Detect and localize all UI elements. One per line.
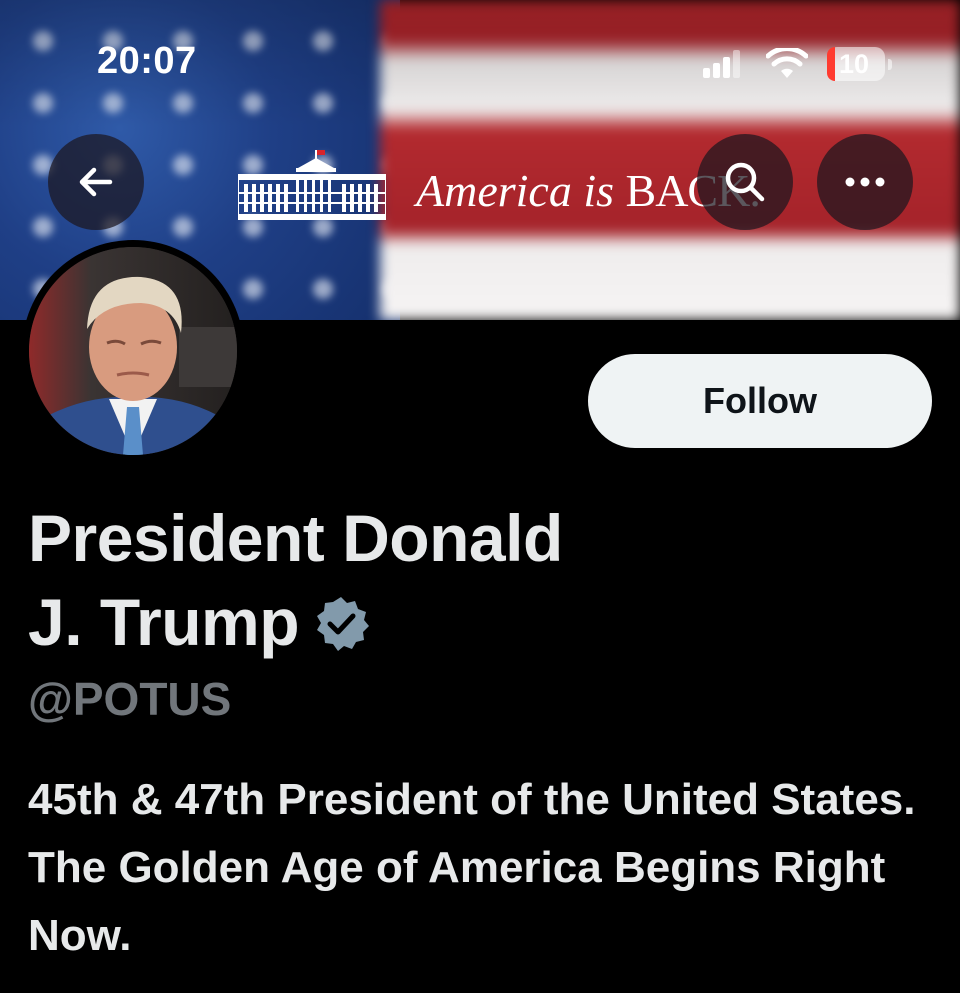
profile-name: President Donald J. Trump	[28, 496, 728, 664]
back-button[interactable]	[48, 134, 144, 230]
profile-bio: 45th & 47th President of the United Stat…	[28, 775, 916, 960]
battery-level: 10	[839, 49, 870, 79]
search-icon	[725, 162, 765, 202]
avatar[interactable]	[22, 240, 244, 462]
status-time: 20:07	[97, 40, 197, 82]
white-house-logo-icon	[238, 150, 386, 220]
profile-name-line2: J. Trump	[28, 585, 300, 659]
battery-icon: 10	[827, 47, 892, 81]
avatar-photo	[29, 247, 237, 455]
follow-button[interactable]: Follow	[588, 354, 932, 448]
profile-handle: @POTUS	[28, 673, 232, 725]
wifi-icon	[766, 48, 808, 78]
more-options-button[interactable]	[817, 134, 913, 230]
search-button[interactable]	[697, 134, 793, 230]
signal-icon	[703, 50, 743, 78]
arrow-left-icon	[79, 167, 113, 197]
verified-badge-icon[interactable]	[313, 595, 370, 651]
profile-name-line1: President Donald	[28, 501, 563, 575]
ellipsis-icon	[845, 177, 885, 187]
